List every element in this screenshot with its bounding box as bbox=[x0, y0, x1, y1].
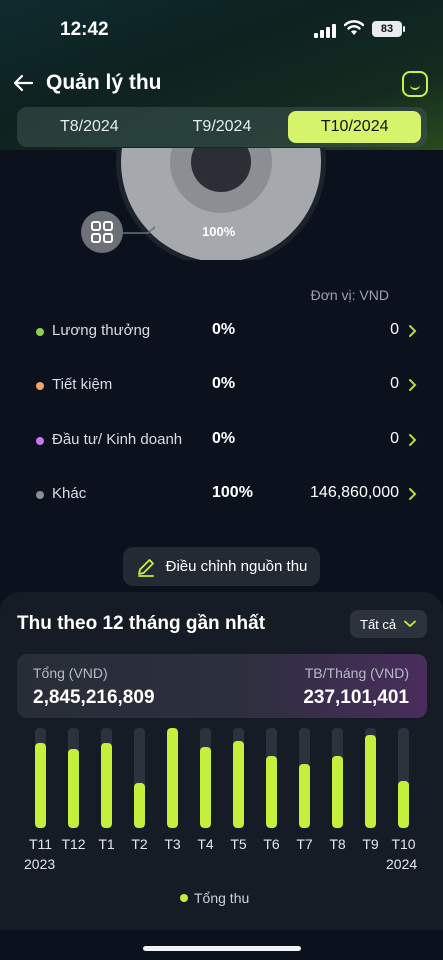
year-end-label: 2024 bbox=[386, 856, 418, 872]
tab-t10-2024[interactable]: T10/2024 bbox=[288, 111, 422, 143]
category-percent: 0% bbox=[212, 321, 236, 338]
bar-t5 bbox=[233, 741, 244, 828]
bar-t2 bbox=[134, 783, 145, 828]
category-percent: 0% bbox=[212, 430, 236, 447]
bar-t3 bbox=[167, 728, 178, 828]
wifi-icon bbox=[344, 20, 364, 35]
total-label: Tổng (VND) bbox=[33, 665, 108, 681]
month-label: T6 bbox=[263, 836, 280, 852]
signal-icon bbox=[314, 24, 336, 38]
battery-indicator: 83 bbox=[372, 21, 405, 37]
bar-t9 bbox=[365, 735, 376, 828]
bar-t6 bbox=[266, 756, 277, 828]
chevron-right-icon bbox=[409, 434, 417, 446]
category-percent: 0% bbox=[212, 375, 236, 392]
month-label: T10 bbox=[391, 836, 416, 852]
average-value: 237,101,401 bbox=[303, 687, 409, 708]
category-name: Đầu tư/ Kinh doanh bbox=[52, 431, 183, 448]
back-arrow-icon[interactable] bbox=[12, 72, 34, 94]
category-grid-icon bbox=[81, 211, 123, 253]
page-title: Quản lý thu bbox=[46, 71, 162, 94]
bar-t4 bbox=[200, 747, 211, 828]
legend-dot bbox=[180, 894, 188, 902]
bar-track[interactable] bbox=[332, 728, 343, 828]
totals-panel: Tổng (VND) 2,845,216,809 TB/Tháng (VND) … bbox=[17, 654, 427, 718]
month-label: T1 bbox=[98, 836, 115, 852]
bar-track[interactable] bbox=[68, 728, 79, 828]
category-name: Tiết kiệm bbox=[52, 376, 113, 393]
month-label: T11 bbox=[28, 836, 53, 852]
month-label: T4 bbox=[197, 836, 214, 852]
category-row-khac[interactable]: Khác 100% 146,860,000 bbox=[0, 483, 443, 507]
home-indicator bbox=[143, 946, 301, 951]
chevron-down-icon bbox=[404, 620, 417, 628]
category-name: Khác bbox=[52, 485, 87, 502]
year-start-label: 2023 bbox=[24, 856, 56, 872]
category-row-tiet-kiem[interactable]: Tiết kiệm 0% 0 bbox=[0, 374, 443, 398]
month-label: T3 bbox=[164, 836, 181, 852]
bar-track[interactable] bbox=[398, 728, 409, 828]
category-row-luong-thuong[interactable]: Lương thưởng 0% 0 bbox=[0, 320, 443, 344]
month-label: T12 bbox=[61, 836, 86, 852]
category-dot bbox=[36, 328, 44, 336]
bar-track[interactable] bbox=[266, 728, 277, 828]
chart-legend: Tổng thu bbox=[180, 890, 249, 906]
chevron-right-icon bbox=[409, 488, 417, 500]
bar-track[interactable] bbox=[200, 728, 211, 828]
app-header: Quản lý thu bbox=[0, 64, 443, 104]
adjust-income-label: Điều chỉnh nguồn thu bbox=[165, 558, 308, 575]
month-tabs: T8/2024 T9/2024 T10/2024 bbox=[17, 107, 427, 147]
category-name: Lương thưởng bbox=[52, 322, 151, 339]
tab-t9-2024[interactable]: T9/2024 bbox=[156, 111, 289, 143]
bar-track[interactable] bbox=[35, 728, 46, 828]
category-percent: 100% bbox=[212, 484, 253, 501]
category-row-dau-tu[interactable]: Đầu tư/ Kinh doanh 0% 0 bbox=[0, 429, 443, 453]
legend-label: Tổng thu bbox=[194, 890, 250, 906]
donut-percent-label: 100% bbox=[202, 224, 236, 239]
chevron-right-icon bbox=[409, 325, 417, 337]
donut-leader-line bbox=[122, 226, 156, 234]
total-value: 2,845,216,809 bbox=[33, 687, 155, 708]
category-amount: 0 bbox=[390, 375, 399, 392]
category-amount: 146,860,000 bbox=[310, 484, 399, 501]
bar-track[interactable] bbox=[167, 728, 178, 828]
monthly-bar-chart bbox=[0, 728, 443, 828]
month-label: T7 bbox=[296, 836, 313, 852]
summary-title: Thu theo 12 tháng gần nhất bbox=[17, 613, 266, 634]
category-dot bbox=[36, 437, 44, 445]
bar-t10 bbox=[398, 781, 409, 828]
category-amount: 0 bbox=[390, 321, 399, 338]
bar-t7 bbox=[299, 764, 310, 828]
filter-dropdown[interactable]: Tất cả bbox=[350, 610, 427, 638]
adjust-income-button[interactable]: Điều chỉnh nguồn thu bbox=[123, 547, 320, 586]
bar-t1 bbox=[101, 743, 112, 828]
tab-t8-2024[interactable]: T8/2024 bbox=[23, 111, 156, 143]
bar-track[interactable] bbox=[134, 728, 145, 828]
status-time: 12:42 bbox=[60, 19, 109, 40]
bar-track[interactable] bbox=[365, 728, 376, 828]
bar-track[interactable] bbox=[299, 728, 310, 828]
month-label: T2 bbox=[131, 836, 148, 852]
category-amount: 0 bbox=[390, 430, 399, 447]
bar-t11 bbox=[35, 743, 46, 828]
month-label: T8 bbox=[329, 836, 346, 852]
average-label: TB/Tháng (VND) bbox=[304, 665, 409, 681]
month-label: T9 bbox=[362, 836, 379, 852]
bar-t12 bbox=[68, 749, 79, 828]
status-bar: 12:42 83 bbox=[0, 0, 443, 60]
wallet-icon[interactable] bbox=[402, 71, 428, 97]
monthly-summary-card: Thu theo 12 tháng gần nhất Tất cả Tổng (… bbox=[0, 592, 443, 930]
bar-track[interactable] bbox=[233, 728, 244, 828]
bar-t8 bbox=[332, 756, 343, 828]
pencil-icon bbox=[137, 558, 154, 577]
filter-value: Tất cả bbox=[360, 616, 397, 632]
bar-track[interactable] bbox=[101, 728, 112, 828]
month-label: T5 bbox=[230, 836, 247, 852]
category-dot bbox=[36, 491, 44, 499]
unit-label: Đơn vị: VND bbox=[310, 287, 389, 303]
category-dot bbox=[36, 382, 44, 390]
chevron-right-icon bbox=[409, 379, 417, 391]
